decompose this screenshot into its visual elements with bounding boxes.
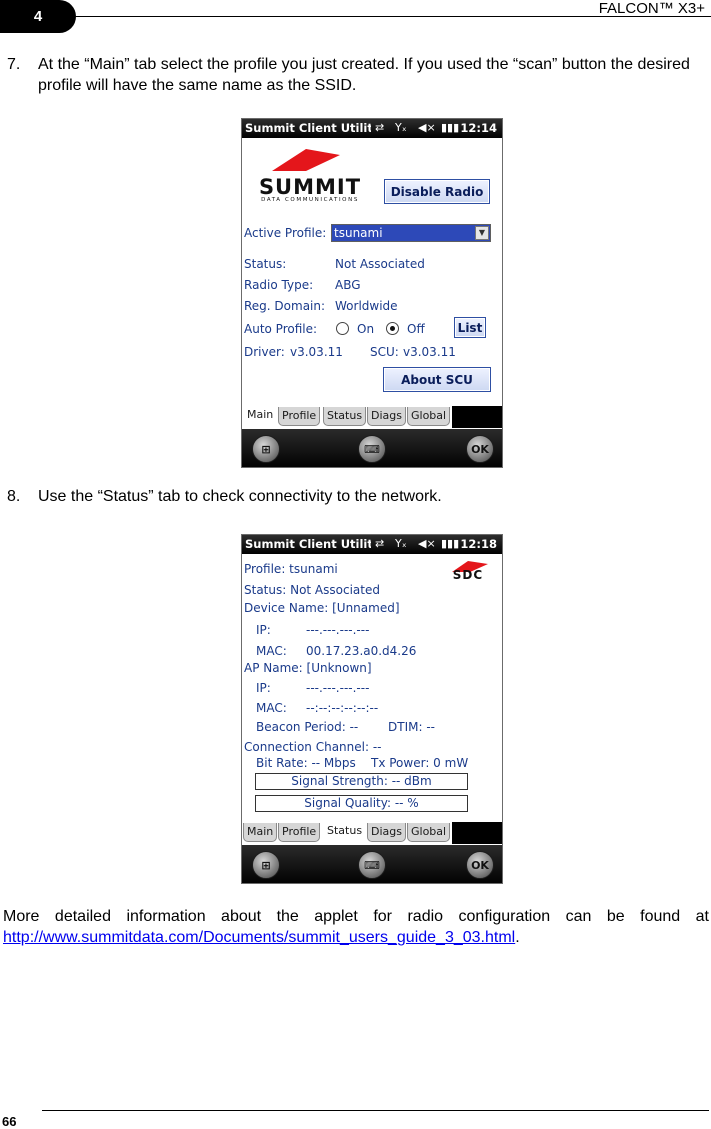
clock: 12:14: [460, 121, 497, 135]
keyboard-icon[interactable]: ⌨: [358, 851, 386, 879]
mac-label: MAC:: [256, 644, 287, 658]
scu-value: v3.03.11: [403, 345, 456, 359]
summit-logo-icon: [272, 149, 340, 171]
battery-icon: ▮▮▮: [441, 121, 460, 134]
tab-profile[interactable]: Profile: [278, 407, 321, 426]
ap-ip-label: IP:: [256, 681, 271, 695]
footer-rule: [42, 1110, 709, 1111]
auto-profile-label: Auto Profile:: [244, 322, 318, 336]
off-label: Off: [407, 322, 425, 336]
page-number: 66: [2, 1114, 17, 1129]
sdc-logo-text: SDC: [452, 568, 484, 582]
tab-strip: Main Profile Status Diags Global: [242, 406, 502, 428]
step-text: At the “Main” tab select the profile you…: [38, 56, 690, 94]
ip-label: IP:: [256, 623, 271, 637]
profile-line: Profile: tsunami: [244, 562, 338, 576]
beacon-period: Beacon Period: --: [256, 720, 359, 734]
keyboard-icon[interactable]: ⌨: [358, 435, 386, 463]
radio-type-value: ABG: [335, 278, 361, 292]
signal-off-icon: Yₓ: [395, 121, 407, 134]
active-profile-select[interactable]: tsunami ▼: [331, 224, 491, 242]
soft-key-bar: ⊞ ⌨ OK: [242, 429, 502, 467]
closing-text: More detailed information about the appl…: [3, 908, 709, 925]
active-profile-value: tsunami: [334, 226, 383, 240]
connectivity-icon: ⇄: [375, 121, 385, 134]
app-title: Summit Client Utility: [245, 121, 371, 135]
summit-logo-tagline: DATA COMMUNICATIONS: [261, 197, 359, 203]
screenshot-main-tab: Summit Client Utility ⇄ Yₓ ◀× ▮▮▮ 12:14 …: [241, 118, 503, 468]
about-scu-button[interactable]: About SCU: [383, 367, 491, 392]
step-text: Use the “Status” tab to check connectivi…: [38, 488, 442, 505]
auto-profile-off-radio[interactable]: [386, 322, 399, 335]
reg-domain-label: Reg. Domain:: [244, 299, 326, 313]
signal-strength-box: Signal Strength: -- dBm: [255, 773, 468, 790]
volume-mute-icon: ◀×: [418, 121, 436, 134]
signal-quality-box: Signal Quality: -- %: [255, 795, 468, 812]
ap-ip-value: ---.---.---.---: [306, 681, 370, 695]
driver-label: Driver:: [244, 345, 285, 359]
disable-radio-button[interactable]: Disable Radio: [384, 179, 490, 204]
screenshot-status-tab: Summit Client Utility ⇄ Yₓ ◀× ▮▮▮ 12:18 …: [241, 534, 503, 884]
list-button[interactable]: List: [454, 317, 486, 338]
scu-label: SCU:: [370, 345, 399, 359]
product-title: FALCON™ X3+: [598, 0, 705, 17]
ip-value: ---.---.---.---: [306, 623, 370, 637]
closing-paragraph: More detailed information about the appl…: [3, 906, 709, 948]
tab-diags[interactable]: Diags: [367, 407, 406, 426]
status-label: Status:: [244, 257, 287, 271]
chapter-badge: 4: [0, 0, 76, 33]
on-label: On: [357, 322, 375, 336]
tx-power: Tx Power: 0 mW: [371, 756, 469, 770]
user-guide-link[interactable]: http://www.summitdata.com/Documents/summ…: [3, 929, 515, 946]
chevron-down-icon[interactable]: ▼: [475, 226, 489, 240]
device-name-line: Device Name: [Unnamed]: [244, 601, 400, 615]
soft-key-bar: ⊞ ⌨ OK: [242, 845, 502, 883]
tab-global[interactable]: Global: [407, 823, 451, 842]
step-number: 8.: [7, 488, 21, 505]
tab-global[interactable]: Global: [407, 407, 451, 426]
dtim: DTIM: --: [388, 720, 435, 734]
step-number: 7.: [7, 56, 21, 73]
signal-off-icon: Yₓ: [395, 537, 407, 550]
status-line: Status: Not Associated: [244, 583, 380, 597]
ok-button[interactable]: OK: [466, 851, 494, 879]
battery-icon: ▮▮▮: [441, 537, 460, 550]
summit-logo-word: SUMMIT: [258, 175, 362, 199]
tab-main[interactable]: Main: [243, 823, 278, 842]
title-bar: Summit Client Utility ⇄ Yₓ ◀× ▮▮▮ 12:18: [242, 535, 502, 554]
connectivity-icon: ⇄: [375, 537, 385, 550]
windows-start-icon[interactable]: ⊞: [252, 435, 280, 463]
closing-period: .: [515, 929, 520, 946]
ap-mac-label: MAC:: [256, 701, 287, 715]
title-bar: Summit Client Utility ⇄ Yₓ ◀× ▮▮▮ 12:14: [242, 119, 502, 138]
windows-start-icon[interactable]: ⊞: [252, 851, 280, 879]
auto-profile-on-radio[interactable]: [336, 322, 349, 335]
connection-channel: Connection Channel: --: [244, 740, 382, 754]
tab-status[interactable]: Status: [323, 822, 367, 844]
volume-mute-icon: ◀×: [418, 537, 436, 550]
ap-mac-value: --:--:--:--:--:--: [306, 701, 379, 715]
active-profile-label: Active Profile:: [244, 226, 327, 240]
ok-button[interactable]: OK: [466, 435, 494, 463]
tab-diags[interactable]: Diags: [367, 823, 406, 842]
tab-main[interactable]: Main: [243, 406, 278, 428]
driver-value: v3.03.11: [290, 345, 343, 359]
bit-rate: Bit Rate: -- Mbps: [256, 756, 356, 770]
status-value: Not Associated: [335, 257, 425, 271]
ap-name-line: AP Name: [Unknown]: [244, 661, 372, 675]
tab-strip: Main Profile Status Diags Global: [242, 822, 502, 844]
reg-domain-value: Worldwide: [335, 299, 398, 313]
mac-value: 00.17.23.a0.d4.26: [306, 644, 417, 658]
tab-profile[interactable]: Profile: [278, 823, 321, 842]
tab-status[interactable]: Status: [323, 407, 367, 426]
radio-type-label: Radio Type:: [244, 278, 314, 292]
clock: 12:18: [460, 537, 497, 551]
app-title: Summit Client Utility: [245, 537, 371, 551]
